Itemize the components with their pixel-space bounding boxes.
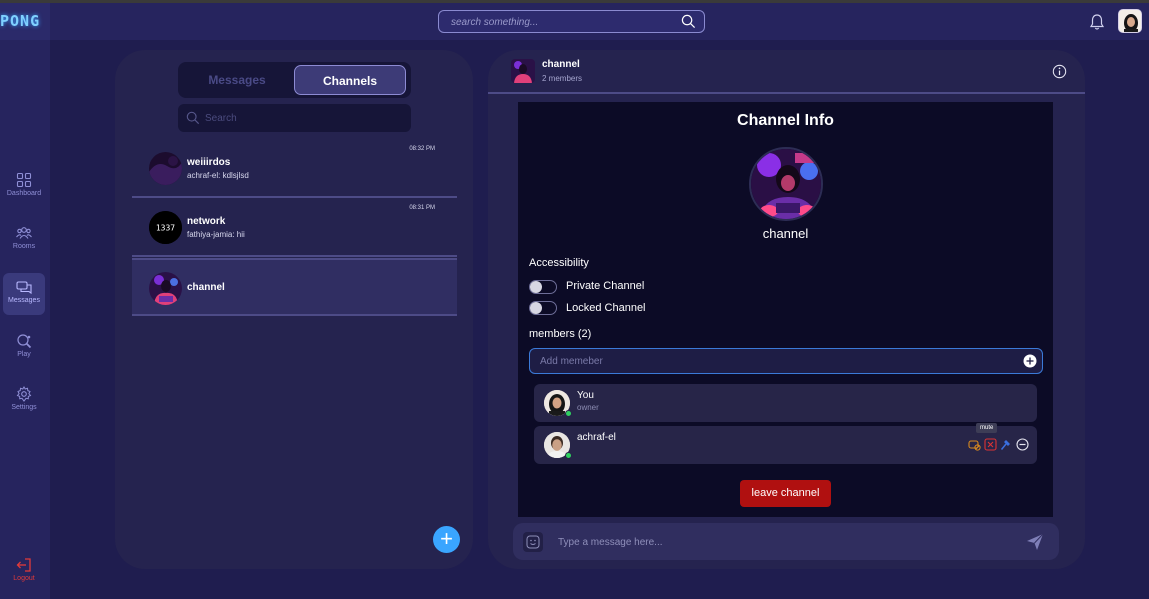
member-row[interactable]: achraf-el xyxy=(534,426,1037,464)
chat-icon xyxy=(16,281,32,295)
conversation-search[interactable] xyxy=(178,104,411,132)
locked-channel-toggle[interactable] xyxy=(529,301,557,315)
info-icon[interactable] xyxy=(1052,64,1067,79)
user-avatar[interactable] xyxy=(1118,9,1142,33)
remove-icon[interactable] xyxy=(1016,438,1029,451)
online-status-dot xyxy=(565,410,572,417)
logout-button[interactable]: Logout xyxy=(3,557,45,582)
tab-messages[interactable]: Messages xyxy=(181,65,293,95)
accessibility-label: Accessibility xyxy=(529,257,589,269)
sidebar-item-rooms[interactable]: Rooms xyxy=(3,219,45,261)
conversation-search-input[interactable] xyxy=(205,110,395,126)
search-icon[interactable] xyxy=(681,14,696,29)
conversation-last-message: achraf-el: kdlsjlsd xyxy=(187,171,249,180)
gear-icon xyxy=(16,386,32,402)
chat-member-count: 2 members xyxy=(542,74,583,83)
sidebar-item-settings[interactable]: Settings xyxy=(3,380,45,422)
member-role: owner xyxy=(577,403,599,412)
list-item[interactable]: weiiirdos achraf-el: kdlsjlsd 08:32 PM xyxy=(132,140,457,198)
channel-avatar xyxy=(511,59,535,83)
logout-icon xyxy=(16,558,31,572)
conversation-last-message: fathiya-jamia: hii xyxy=(187,230,245,239)
search-icon xyxy=(186,111,200,125)
conversation-name: network xyxy=(187,216,226,227)
sidebar-item-label: Dashboard xyxy=(6,190,42,197)
member-name: You xyxy=(577,390,594,401)
avatar xyxy=(149,152,182,185)
hammer-icon[interactable] xyxy=(1000,438,1013,451)
online-status-dot xyxy=(565,452,572,459)
toggle-knob xyxy=(530,302,542,314)
ping-pong-icon xyxy=(17,334,32,349)
tab-channels[interactable]: Channels xyxy=(294,65,406,95)
tab-switcher: Messages Channels xyxy=(178,62,411,98)
sidebar-item-label: Settings xyxy=(11,404,37,411)
avatar: 1337 xyxy=(149,211,182,244)
sidebar xyxy=(0,40,50,599)
new-conversation-button[interactable]: + xyxy=(433,526,460,553)
list-item[interactable]: channel xyxy=(132,258,457,316)
add-icon[interactable] xyxy=(1023,354,1037,368)
private-channel-toggle[interactable] xyxy=(529,280,557,294)
avatar xyxy=(149,272,182,305)
sidebar-item-label: Rooms xyxy=(12,243,36,250)
sidebar-item-play[interactable]: Play xyxy=(3,327,45,369)
channel-name: channel xyxy=(762,226,809,241)
conversation-name: channel xyxy=(187,282,225,293)
add-member-field[interactable] xyxy=(529,348,1043,374)
leave-channel-button[interactable]: leave channel xyxy=(740,480,831,507)
members-label: members (2) xyxy=(529,328,592,340)
send-icon[interactable] xyxy=(1025,532,1045,552)
kick-icon[interactable] xyxy=(984,438,997,451)
emoji-button[interactable] xyxy=(523,532,543,552)
conversations-panel: Messages Channels weiiirdos achraf-el: k… xyxy=(115,50,473,569)
message-composer xyxy=(513,523,1059,560)
conversation-time: 08:31 PM xyxy=(409,205,435,211)
sidebar-item-dashboard[interactable]: Dashboard xyxy=(3,166,45,208)
search-input[interactable] xyxy=(451,14,676,30)
avatar-logo-text: 1337 xyxy=(156,224,175,233)
channel-image xyxy=(749,147,823,221)
logout-label: Logout xyxy=(13,575,35,582)
list-item[interactable]: 1337 network fathiya-jamia: hii 08:31 PM xyxy=(132,199,457,257)
locked-channel-label: Locked Channel xyxy=(566,302,646,314)
member-row[interactable]: You owner xyxy=(534,384,1037,422)
chat-title: channel xyxy=(542,59,580,70)
channel-info-panel: Channel Info channel Accessibility Priva… xyxy=(518,102,1053,517)
app-logo[interactable]: PONG xyxy=(0,3,50,40)
mute-tooltip: mute xyxy=(976,423,998,433)
add-member-input[interactable] xyxy=(540,354,1010,368)
sidebar-item-label: Play xyxy=(17,351,31,358)
member-name: achraf-el xyxy=(577,432,616,443)
sidebar-item-label: Messages xyxy=(8,297,40,304)
private-channel-label: Private Channel xyxy=(566,280,645,292)
mute-icon[interactable] xyxy=(968,438,981,451)
global-search[interactable] xyxy=(438,10,705,33)
chat-panel: channel 2 members Channel Info channel A… xyxy=(488,50,1085,569)
message-input[interactable] xyxy=(558,534,1008,550)
sidebar-item-messages[interactable]: Messages xyxy=(3,273,45,315)
page-title: Channel Info xyxy=(737,112,834,129)
conversation-name: weiiirdos xyxy=(187,157,231,168)
conversation-time: 08:32 PM xyxy=(409,146,435,152)
toggle-knob xyxy=(530,281,542,293)
grid-icon xyxy=(16,172,32,188)
bell-icon[interactable] xyxy=(1089,13,1105,31)
smiley-icon xyxy=(526,535,540,549)
header-divider xyxy=(488,92,1085,94)
users-icon xyxy=(16,227,32,239)
